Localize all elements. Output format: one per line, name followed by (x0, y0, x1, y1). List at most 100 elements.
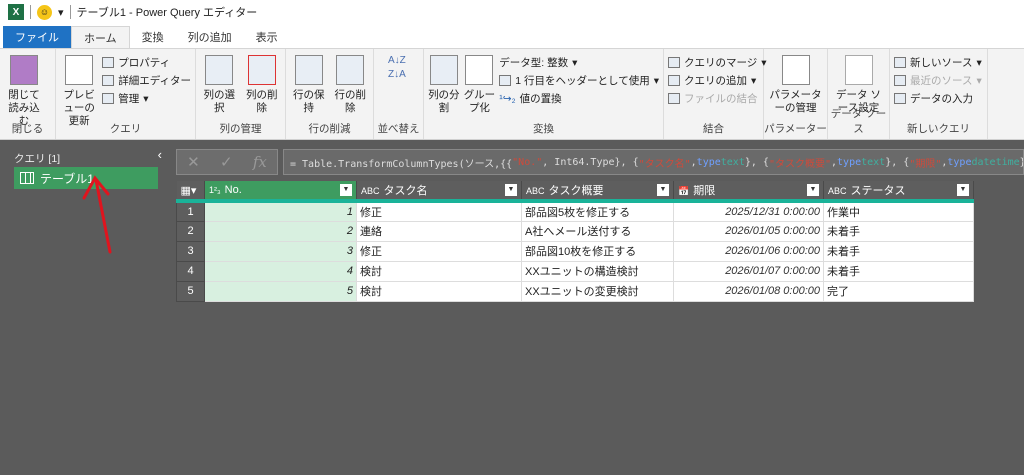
row-number[interactable]: 2 (176, 220, 205, 242)
properties-button[interactable]: プロパティ (102, 55, 191, 70)
table-cell[interactable]: 検討 (356, 260, 522, 282)
label: 新しいソース (910, 57, 973, 69)
table-cell[interactable]: 2026/01/07 0:00:00 (673, 260, 824, 282)
label: 列の分割 (428, 89, 460, 114)
collapse-pane-icon[interactable]: ‹ (158, 147, 162, 162)
column-header[interactable]: 📅 期限 ▼ (673, 181, 824, 203)
manage-icon (102, 93, 115, 104)
group-label: パラメーター (764, 123, 827, 135)
tab-add-column[interactable]: 列の追加 (176, 26, 244, 48)
label: 列の削除 (246, 89, 278, 114)
label: 列の選択 (203, 89, 236, 114)
confirm-icon[interactable]: ✓ (220, 153, 233, 171)
split-column-icon (429, 55, 458, 85)
table-icon (20, 172, 34, 184)
keep-rows-icon (294, 55, 323, 85)
tab-view[interactable]: 表示 (244, 26, 290, 48)
table-menu-button[interactable]: ▦▾ (176, 181, 205, 203)
column-name: ステータス (850, 185, 906, 197)
table-cell[interactable]: 未着手 (823, 260, 974, 282)
label: 最近のソース (910, 75, 973, 87)
column-header[interactable]: ABC タスク概要 ▼ (521, 181, 674, 203)
tab-file[interactable]: ファイル (3, 26, 71, 48)
column-header[interactable]: ABC ステータス ▼ (823, 181, 974, 203)
table-cell[interactable]: 修正 (356, 200, 522, 222)
table-cell[interactable]: 未着手 (823, 220, 974, 242)
filter-dropdown-icon[interactable]: ▼ (340, 184, 352, 196)
row-number[interactable]: 3 (176, 240, 205, 262)
group-label: 列の管理 (219, 123, 262, 135)
table-cell[interactable]: 1 (204, 200, 357, 222)
title-bar: X ☺ ▾ テーブル1 - Power Query エディター (0, 0, 1024, 24)
tab-home[interactable]: ホーム (71, 26, 130, 48)
row-number[interactable]: 1 (176, 200, 205, 222)
group-label: 結合 (703, 123, 724, 135)
group-combine: クエリのマージ ▾ クエリの追加 ▾ ファイルの結合 結合 (664, 49, 767, 139)
formula-input[interactable]: = Table.TransformColumnTypes(ソース,{{"No."… (283, 149, 1024, 175)
table-cell[interactable]: 部品図5枚を修正する (521, 200, 674, 222)
merge-queries-button[interactable]: クエリのマージ ▾ (668, 55, 767, 70)
row-number[interactable]: 5 (176, 280, 205, 302)
table-cell[interactable]: 2025/12/31 0:00:00 (673, 200, 824, 222)
table-cell[interactable]: 完了 (823, 280, 974, 302)
enter-data-button[interactable]: データの入力 (894, 91, 982, 106)
ribbon: 閉じて読み込む 閉じる プレビューの更新 プロパティ 詳細エディター 管理 ▾ … (0, 48, 1024, 140)
fx-icon[interactable]: fx (253, 153, 267, 171)
sort-ascending-icon[interactable]: A↓Z (388, 55, 406, 66)
manage-label: 管理 (118, 93, 140, 105)
column-type-icon[interactable]: 1²₃ (209, 185, 221, 195)
quick-access-dropdown-icon[interactable]: ▾ (58, 6, 64, 19)
data-type-dropdown[interactable]: データ型: 整数 ▾ (499, 55, 659, 70)
append-queries-button[interactable]: クエリの追加 ▾ (668, 73, 767, 88)
table-cell[interactable]: 2026/01/08 0:00:00 (673, 280, 824, 302)
column-type-icon[interactable]: 📅 (678, 186, 689, 196)
use-first-row-headers-button[interactable]: 1 行目をヘッダーとして使用 ▾ (499, 73, 659, 88)
column-header[interactable]: 1²₃ No. ▼ (204, 181, 357, 203)
group-reduce-rows: 行の保持 行の削除 行の削減 (286, 49, 374, 139)
advanced-editor-button[interactable]: 詳細エディター (102, 73, 191, 88)
column-type-icon[interactable]: ABC (526, 186, 545, 196)
table-cell[interactable]: 2026/01/06 0:00:00 (673, 240, 824, 262)
tab-transform[interactable]: 変換 (130, 26, 176, 48)
filter-dropdown-icon[interactable]: ▼ (957, 184, 969, 196)
column-type-icon[interactable]: ABC (828, 186, 847, 196)
table-cell[interactable]: XXユニットの変更検討 (521, 280, 674, 302)
table-cell[interactable]: 2026/01/05 0:00:00 (673, 220, 824, 242)
table-cell[interactable]: 検討 (356, 280, 522, 302)
advanced-editor-icon (102, 75, 115, 86)
column-type-icon[interactable]: ABC (361, 186, 380, 196)
data-source-gear-icon (844, 55, 873, 85)
group-transform: 列の分割 グループ化 データ型: 整数 ▾ 1 行目をヘッダーとして使用 ▾ ¹… (424, 49, 664, 139)
group-label: 閉じる (11, 123, 44, 135)
row-number[interactable]: 4 (176, 260, 205, 282)
label: データの入力 (910, 93, 973, 105)
table-cell[interactable]: A社へメール送付する (521, 220, 674, 242)
group-parameters: パラメーターの管理 パラメーター (764, 49, 828, 139)
manage-button[interactable]: 管理 ▾ (102, 91, 191, 106)
replace-values-button[interactable]: ¹↪₂ 値の置換 (499, 91, 659, 106)
group-new-query: 新しいソース ▾ 最近のソース ▾ データの入力 新しいクエリ (890, 49, 988, 139)
table-cell[interactable]: XXユニットの構造検討 (521, 260, 674, 282)
cancel-icon[interactable]: ✕ (187, 153, 200, 171)
table-cell[interactable]: 2 (204, 220, 357, 242)
choose-columns-icon (205, 55, 234, 85)
filter-dropdown-icon[interactable]: ▼ (505, 184, 517, 196)
table-cell[interactable]: 4 (204, 260, 357, 282)
sort-descending-icon[interactable]: Z↓A (388, 69, 406, 80)
recent-sources-icon (894, 75, 906, 86)
new-source-button[interactable]: 新しいソース ▾ (894, 55, 982, 70)
table-cell[interactable]: 3 (204, 240, 357, 262)
recent-sources-button[interactable]: 最近のソース ▾ (894, 73, 982, 88)
table-cell[interactable]: 修正 (356, 240, 522, 262)
column-header[interactable]: ABC タスク名 ▼ (356, 181, 522, 203)
filter-dropdown-icon[interactable]: ▼ (657, 184, 669, 196)
table-cell[interactable]: 部品図10枚を修正する (521, 240, 674, 262)
table-cell[interactable]: 未着手 (823, 240, 974, 262)
table-cell[interactable]: 作業中 (823, 200, 974, 222)
table-cell[interactable]: 5 (204, 280, 357, 302)
filter-dropdown-icon[interactable]: ▼ (807, 184, 819, 196)
combine-files-button[interactable]: ファイルの結合 (668, 91, 767, 106)
smiley-feedback-icon[interactable]: ☺ (37, 4, 52, 20)
table-cell[interactable]: 連絡 (356, 220, 522, 242)
table-icon (894, 93, 906, 104)
